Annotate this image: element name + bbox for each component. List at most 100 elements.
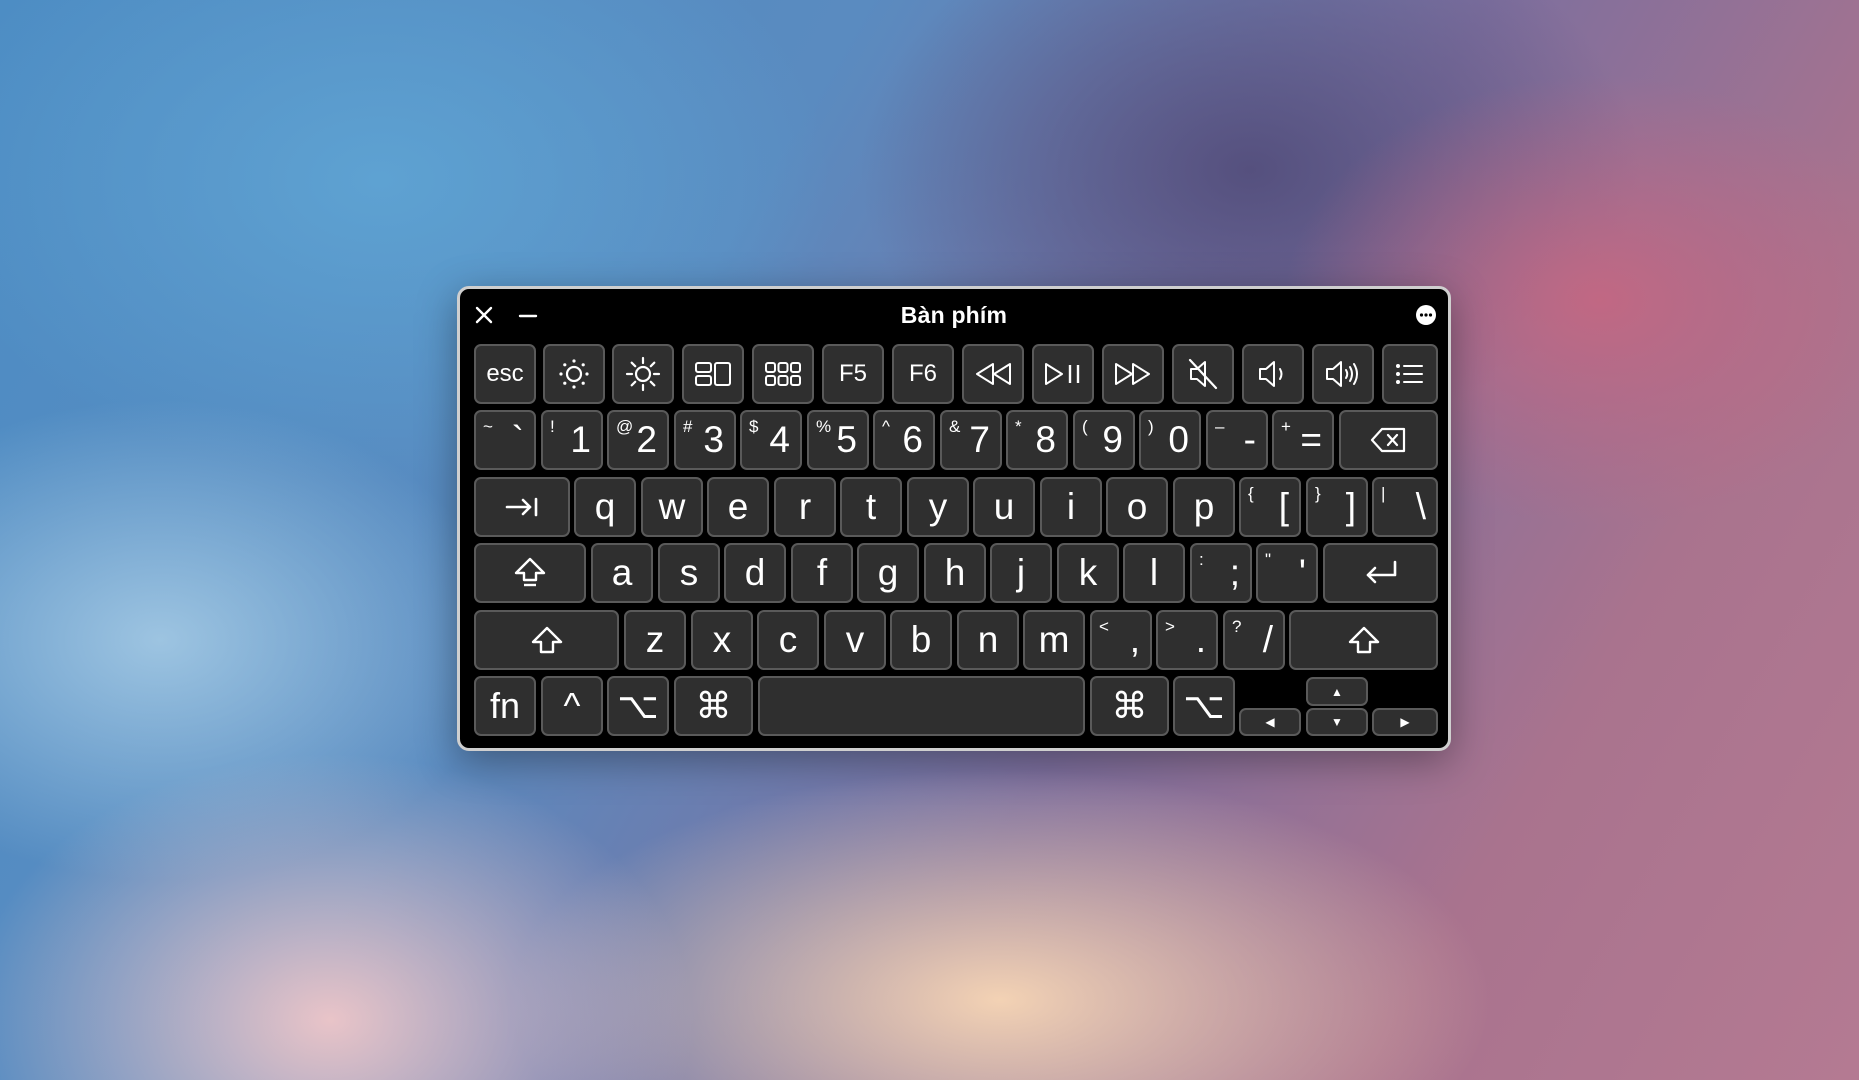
brightness-up-key[interactable] xyxy=(612,344,674,404)
key-symbol: 2 xyxy=(636,419,657,460)
key-n[interactable]: n xyxy=(957,610,1019,670)
tab-icon xyxy=(504,496,540,518)
key-symbol: 6 xyxy=(902,419,923,460)
key-f[interactable]: f xyxy=(791,543,853,603)
key-g[interactable]: g xyxy=(857,543,919,603)
shift-symbol: & xyxy=(949,417,961,436)
esc-key[interactable]: esc xyxy=(474,344,536,404)
window-title: Bàn phím xyxy=(900,302,1008,328)
key-v[interactable]: v xyxy=(824,610,886,670)
key-period[interactable]: > . xyxy=(1156,610,1218,670)
key-d[interactable]: d xyxy=(724,543,786,603)
key-4[interactable]: $ 4 xyxy=(740,410,802,470)
title-bar[interactable]: Bàn phím xyxy=(460,289,1448,339)
key-i[interactable]: i xyxy=(1040,477,1102,537)
volume-down-icon xyxy=(1256,358,1290,390)
key-k[interactable]: k xyxy=(1057,543,1119,603)
key-symbol: 1 xyxy=(570,419,591,460)
menu-list-key[interactable] xyxy=(1382,344,1438,404)
left-command-key[interactable]: ⌘ xyxy=(674,676,753,736)
key-comma[interactable]: < , xyxy=(1090,610,1152,670)
mission-control-key[interactable] xyxy=(682,344,744,404)
fast-forward-key[interactable] xyxy=(1102,344,1164,404)
delete-key[interactable] xyxy=(1339,410,1438,470)
option-symbol: ⌥ xyxy=(617,685,659,726)
key-left-bracket[interactable]: { [ xyxy=(1239,477,1301,537)
key-h[interactable]: h xyxy=(924,543,986,603)
key-z[interactable]: z xyxy=(624,610,686,670)
key-8[interactable]: * 8 xyxy=(1006,410,1068,470)
arrow-right-key[interactable]: ▶ xyxy=(1372,708,1438,736)
space-bar[interactable] xyxy=(758,676,1085,736)
play-pause-key[interactable] xyxy=(1032,344,1094,404)
volume-down-key[interactable] xyxy=(1242,344,1304,404)
right-option-key[interactable]: ⌥ xyxy=(1173,676,1235,736)
key-slash[interactable]: ? / xyxy=(1223,610,1285,670)
key-2[interactable]: @ 2 xyxy=(607,410,669,470)
key-y[interactable]: y xyxy=(907,477,969,537)
arrow-up-key[interactable]: ▲ xyxy=(1306,677,1368,706)
key-quote[interactable]: " ' xyxy=(1256,543,1318,603)
key-symbol: 8 xyxy=(1035,419,1056,460)
key-p[interactable]: p xyxy=(1173,477,1235,537)
key-equals[interactable]: + = xyxy=(1272,410,1334,470)
arrow-down-key[interactable]: ▼ xyxy=(1306,708,1368,736)
f6-key[interactable]: F6 xyxy=(892,344,954,404)
caps-lock-key[interactable] xyxy=(474,543,586,603)
key-symbol: ] xyxy=(1345,486,1356,527)
key-backslash[interactable]: | \ xyxy=(1372,477,1438,537)
key-j[interactable]: j xyxy=(990,543,1052,603)
key-m[interactable]: m xyxy=(1023,610,1085,670)
key-q[interactable]: q xyxy=(574,477,636,537)
key-r[interactable]: r xyxy=(774,477,836,537)
right-command-key[interactable]: ⌘ xyxy=(1090,676,1169,736)
shift-symbol: – xyxy=(1215,417,1225,436)
shift-symbol: " xyxy=(1265,550,1272,569)
key-b[interactable]: b xyxy=(890,610,952,670)
key-minus[interactable]: – - xyxy=(1206,410,1268,470)
key-e[interactable]: e xyxy=(707,477,769,537)
key-1[interactable]: ! 1 xyxy=(541,410,603,470)
key-c[interactable]: c xyxy=(757,610,819,670)
key-w[interactable]: w xyxy=(641,477,703,537)
key-letter: z xyxy=(645,619,665,660)
launchpad-key[interactable] xyxy=(752,344,814,404)
control-key[interactable]: ^ xyxy=(541,676,603,736)
f5-key[interactable]: F5 xyxy=(822,344,884,404)
key-semicolon[interactable]: : ; xyxy=(1190,543,1252,603)
key-o[interactable]: o xyxy=(1106,477,1168,537)
key-a[interactable]: a xyxy=(591,543,653,603)
brightness-down-key[interactable] xyxy=(543,344,605,404)
key-6[interactable]: ^ 6 xyxy=(873,410,935,470)
key-u[interactable]: u xyxy=(973,477,1035,537)
key-5[interactable]: % 5 xyxy=(807,410,869,470)
key-x[interactable]: x xyxy=(691,610,753,670)
right-shift-key[interactable] xyxy=(1289,610,1438,670)
mute-key[interactable] xyxy=(1172,344,1234,404)
fn-key[interactable]: fn xyxy=(474,676,536,736)
shift-symbol: : xyxy=(1199,550,1204,569)
key-backtick[interactable]: ~ ` xyxy=(474,410,536,470)
fn-label: fn xyxy=(489,685,521,726)
key-9[interactable]: ( 9 xyxy=(1073,410,1135,470)
esc-label: esc xyxy=(486,360,524,387)
more-options-icon[interactable] xyxy=(1415,304,1437,326)
key-7[interactable]: & 7 xyxy=(940,410,1002,470)
command-symbol: ⌘ xyxy=(695,685,732,726)
volume-up-key[interactable] xyxy=(1312,344,1374,404)
key-0[interactable]: ) 0 xyxy=(1139,410,1201,470)
rewind-key[interactable] xyxy=(962,344,1024,404)
key-t[interactable]: t xyxy=(840,477,902,537)
arrow-left-key[interactable]: ◀ xyxy=(1239,708,1301,736)
key-symbol: / xyxy=(1262,619,1273,660)
key-right-bracket[interactable]: } ] xyxy=(1306,477,1368,537)
return-key[interactable] xyxy=(1323,543,1438,603)
tab-key[interactable] xyxy=(474,477,570,537)
key-3[interactable]: # 3 xyxy=(674,410,736,470)
shift-symbol: ) xyxy=(1148,417,1154,436)
keyboard-viewer-window: Bàn phím esc F5 F6 ~ ` ! 1 @ 2 # 3 $ 4 %… xyxy=(457,286,1451,751)
left-option-key[interactable]: ⌥ xyxy=(607,676,669,736)
left-shift-key[interactable] xyxy=(474,610,619,670)
key-l[interactable]: l xyxy=(1123,543,1185,603)
key-s[interactable]: s xyxy=(658,543,720,603)
